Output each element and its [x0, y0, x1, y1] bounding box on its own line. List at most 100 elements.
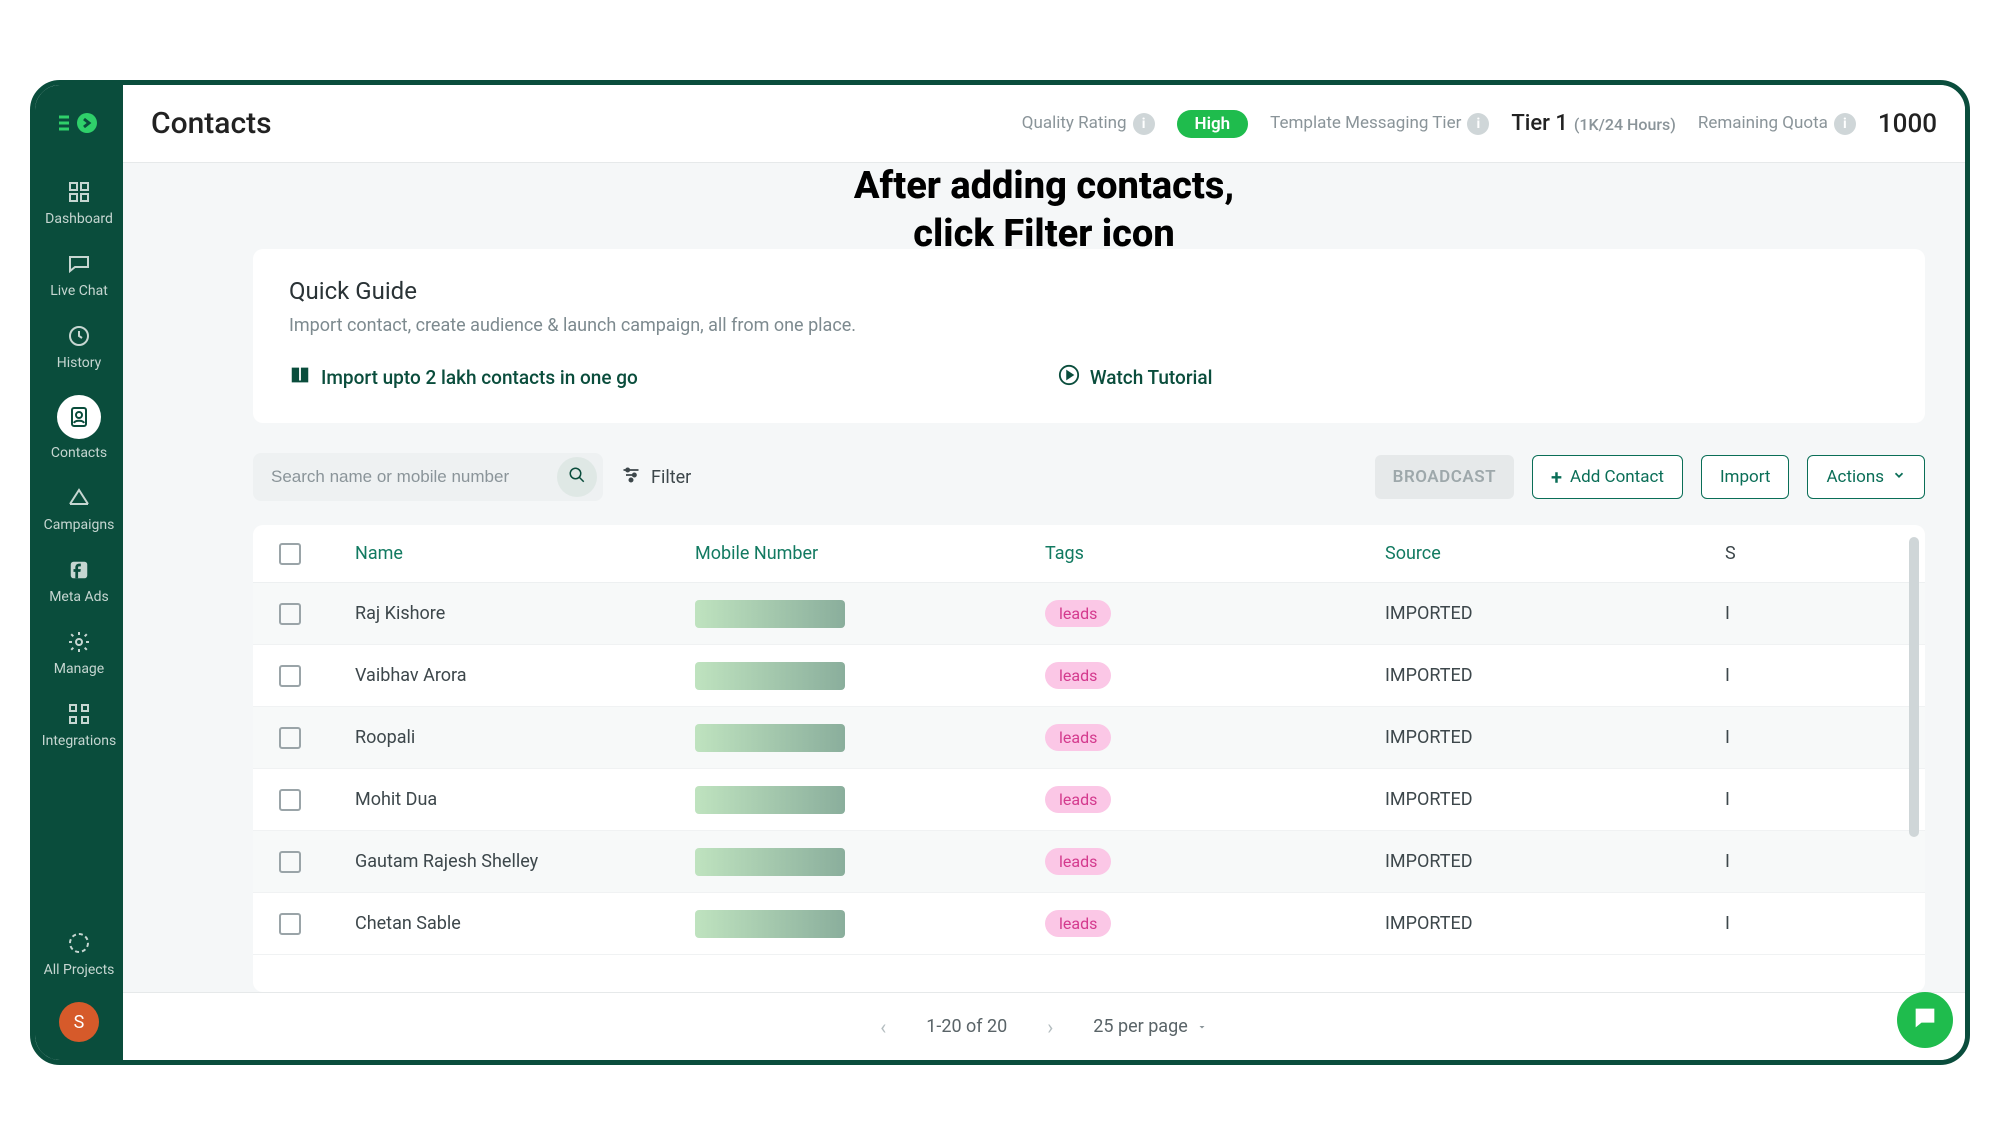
tier-label: Template Messaging Tieri: [1270, 113, 1489, 135]
pagination-range: 1-20 of 20: [926, 1016, 1007, 1037]
cell-mobile: [695, 662, 1045, 690]
contacts-table: Name Mobile Number Tags Source S Raj Kis…: [253, 525, 1925, 992]
sidebar-label: Meta Ads: [49, 589, 109, 605]
chat-fab[interactable]: [1897, 992, 1953, 1048]
tag-badge: leads: [1045, 600, 1111, 627]
cell-extra: I: [1725, 665, 1825, 686]
cell-extra: I: [1725, 913, 1825, 934]
projects-icon: [66, 930, 92, 956]
sidebar-item-history[interactable]: History: [35, 323, 123, 371]
sidebar-item-allprojects[interactable]: All Projects: [35, 930, 123, 978]
cell-source: IMPORTED: [1385, 603, 1725, 624]
quota-label: Remaining Quotai: [1698, 113, 1856, 135]
pagination-footer: ‹ 1-20 of 20 › 25 per page: [123, 992, 1965, 1060]
select-all-checkbox[interactable]: [279, 543, 301, 565]
tag-badge: leads: [1045, 786, 1111, 813]
row-checkbox[interactable]: [279, 851, 301, 873]
add-contact-button[interactable]: +Add Contact: [1532, 455, 1683, 499]
table-row[interactable]: Raj Kishore leads IMPORTEDI: [253, 583, 1925, 645]
guide-title: Quick Guide: [289, 277, 1889, 305]
cell-extra: I: [1725, 851, 1825, 872]
row-checkbox[interactable]: [279, 789, 301, 811]
table-row[interactable]: Vaibhav Arora leads IMPORTEDI: [253, 645, 1925, 707]
sidebar-label: History: [57, 355, 102, 371]
topbar: Contacts Quality Ratingi High Template M…: [123, 85, 1965, 163]
plus-icon: +: [1551, 465, 1562, 489]
tag-badge: leads: [1045, 848, 1111, 875]
row-checkbox[interactable]: [279, 665, 301, 687]
next-page-button[interactable]: ›: [1047, 1015, 1053, 1039]
cell-source: IMPORTED: [1385, 913, 1725, 934]
contacts-icon: [66, 404, 92, 430]
cell-extra: I: [1725, 603, 1825, 624]
book-icon: [289, 364, 311, 391]
table-row[interactable]: RoopalileadsIMPORTEDI: [253, 707, 1925, 769]
annotation-overlay: After adding contacts, click Filter icon: [123, 163, 1965, 258]
row-checkbox[interactable]: [279, 913, 301, 935]
cell-name: Vaibhav Arora: [355, 665, 695, 686]
search-input[interactable]: [271, 467, 557, 487]
quick-guide-card: Quick Guide Import contact, create audie…: [253, 249, 1925, 423]
campaigns-icon: [66, 485, 92, 511]
filter-icon: [621, 465, 641, 490]
tag-badge: leads: [1045, 662, 1111, 689]
import-contacts-link[interactable]: Import upto 2 lakh contacts in one go: [289, 364, 638, 391]
sidebar-label: All Projects: [44, 962, 115, 978]
sidebar-item-contacts[interactable]: Contacts: [35, 395, 123, 461]
facebook-icon: [66, 557, 92, 583]
redacted-number: [695, 848, 845, 876]
sidebar-item-integrations[interactable]: Integrations: [35, 701, 123, 749]
sidebar-label: Live Chat: [50, 283, 108, 299]
watch-tutorial-link[interactable]: Watch Tutorial: [1058, 364, 1213, 391]
toolbar: Filter BROADCAST +Add Contact Import Act…: [253, 453, 1925, 501]
filter-button[interactable]: Filter: [621, 465, 691, 490]
row-checkbox[interactable]: [279, 603, 301, 625]
chat-bubble-icon: [1911, 1004, 1939, 1036]
sidebar-item-campaigns[interactable]: Campaigns: [35, 485, 123, 533]
sidebar-item-dashboard[interactable]: Dashboard: [35, 179, 123, 227]
sidebar-item-livechat[interactable]: Live Chat: [35, 251, 123, 299]
sidebar-label: Integrations: [42, 733, 116, 749]
search-icon: [568, 466, 586, 488]
import-button[interactable]: Import: [1701, 455, 1790, 499]
chevron-down-icon: [1892, 467, 1906, 487]
scrollbar[interactable]: [1909, 537, 1919, 837]
table-row[interactable]: Gautam Rajesh ShelleyleadsIMPORTEDI: [253, 831, 1925, 893]
prev-page-button[interactable]: ‹: [880, 1015, 886, 1039]
cell-source: IMPORTED: [1385, 789, 1725, 810]
col-mobile[interactable]: Mobile Number: [695, 543, 1045, 564]
cell-source: IMPORTED: [1385, 665, 1725, 686]
col-extra[interactable]: S: [1725, 543, 1825, 564]
actions-dropdown[interactable]: Actions: [1807, 455, 1925, 499]
sidebar-item-metaads[interactable]: Meta Ads: [35, 557, 123, 605]
cell-mobile: [695, 848, 1045, 876]
table-row[interactable]: Chetan SableleadsIMPORTEDI: [253, 893, 1925, 955]
play-icon: [1058, 364, 1080, 391]
cell-tags: leads: [1045, 724, 1385, 751]
search-button[interactable]: [557, 457, 597, 497]
quota-value: 1000: [1878, 109, 1937, 139]
page-title: Contacts: [151, 106, 272, 141]
row-checkbox[interactable]: [279, 727, 301, 749]
col-tags[interactable]: Tags: [1045, 543, 1385, 564]
cell-mobile: [695, 724, 1045, 752]
table-row[interactable]: Mohit DualeadsIMPORTEDI: [253, 769, 1925, 831]
history-icon: [66, 323, 92, 349]
sidebar-label: Campaigns: [44, 517, 115, 533]
sidebar-item-manage[interactable]: Manage: [35, 629, 123, 677]
col-source[interactable]: Source: [1385, 543, 1725, 564]
cell-tags: leads: [1045, 600, 1385, 627]
col-name[interactable]: Name: [355, 543, 695, 564]
user-avatar[interactable]: S: [59, 1002, 99, 1042]
cell-name: Gautam Rajesh Shelley: [355, 851, 695, 872]
per-page-dropdown[interactable]: 25 per page: [1093, 1016, 1207, 1037]
tier-value: Tier 1(1K/24 Hours): [1511, 111, 1676, 136]
info-icon[interactable]: i: [1834, 113, 1856, 135]
cell-mobile: [695, 600, 1045, 628]
cell-name: Raj Kishore: [355, 603, 695, 624]
tag-badge: leads: [1045, 910, 1111, 937]
redacted-number: [695, 724, 845, 752]
redacted-number: [695, 600, 845, 628]
info-icon[interactable]: i: [1133, 113, 1155, 135]
info-icon[interactable]: i: [1467, 113, 1489, 135]
